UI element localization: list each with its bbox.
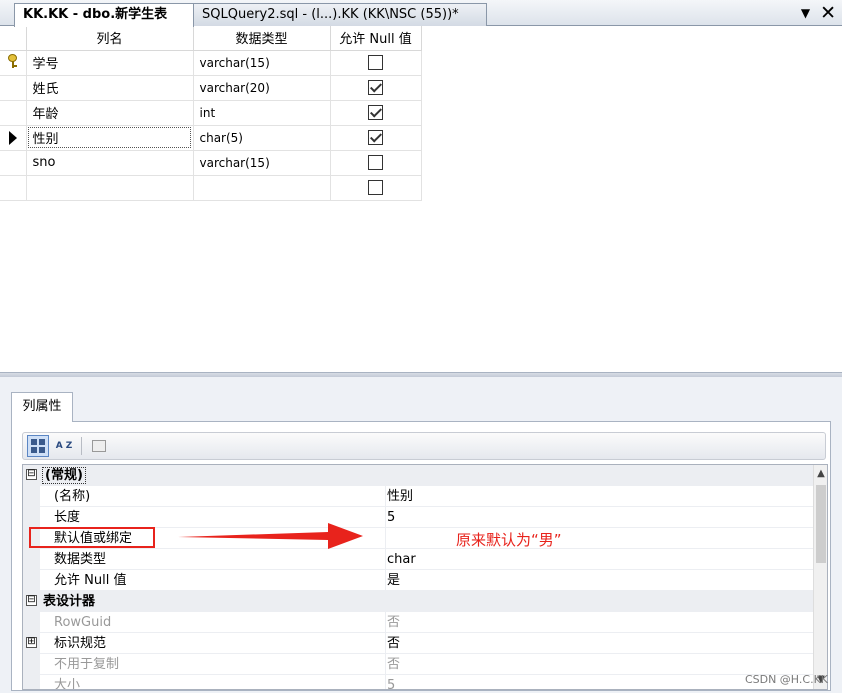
header-data-type[interactable]: 数据类型 <box>193 26 331 51</box>
property-name: 标识规范 <box>40 633 385 654</box>
allow-null-checkbox[interactable] <box>368 105 383 120</box>
row-selector[interactable] <box>0 175 27 201</box>
property-pages-icon <box>92 440 106 452</box>
property-name: 大小 <box>40 675 385 689</box>
allow-null-cell <box>330 75 422 101</box>
column-properties-body: A Z ⊟ (常规) (名称) 性别 长度 5 默认值或绑定 数据类型 char… <box>11 421 831 691</box>
allow-null-checkbox[interactable] <box>368 80 383 95</box>
property-row-name[interactable]: (名称) 性别 <box>23 486 815 507</box>
category-label: 表设计器 <box>23 591 815 612</box>
toolbar-separator <box>81 437 82 455</box>
sort-az-icon: A Z <box>55 440 73 451</box>
column-name-cell[interactable]: sno <box>26 150 194 176</box>
table-row-new[interactable] <box>0 175 422 201</box>
column-name-cell[interactable]: 学号 <box>26 50 194 76</box>
table-row[interactable]: 年龄 int <box>0 100 422 126</box>
allow-null-checkbox[interactable] <box>368 55 383 70</box>
property-value[interactable]: 否 <box>385 654 815 675</box>
property-row-allow-null[interactable]: 允许 Null 值 是 <box>23 570 815 591</box>
tab-table-designer[interactable]: KK.KK - dbo.新学生表 <box>14 3 194 27</box>
allow-null-cell <box>330 150 422 176</box>
property-category-general[interactable]: ⊟ (常规) <box>23 465 815 486</box>
table-row[interactable]: sno varchar(15) <box>0 150 422 176</box>
allow-null-checkbox[interactable] <box>368 155 383 170</box>
header-allow-null[interactable]: 允许 Null 值 <box>330 26 422 51</box>
annotation-text: 原来默认为“男” <box>456 531 562 549</box>
data-type-cell[interactable]: varchar(15) <box>193 50 331 76</box>
property-grid-scrollbar[interactable]: ▲ ▼ <box>813 465 827 689</box>
property-value[interactable]: 5 <box>385 507 815 528</box>
scroll-up-icon[interactable]: ▲ <box>814 465 827 483</box>
collapse-icon[interactable]: ⊟ <box>26 595 37 606</box>
data-type-cell[interactable]: char(5) <box>193 125 331 151</box>
alphabetical-button[interactable]: A Z <box>53 435 75 457</box>
property-row-identity-spec[interactable]: ⊞ 标识规范 否 <box>23 633 815 654</box>
property-row-length[interactable]: 长度 5 <box>23 507 815 528</box>
table-row[interactable]: 姓氏 varchar(20) <box>0 75 422 101</box>
tab-sql-query[interactable]: SQLQuery2.sql - (l...).KK (KK\NSC (55))* <box>193 3 487 26</box>
property-name: RowGuid <box>40 612 385 633</box>
properties-toolbar: A Z <box>22 432 826 460</box>
allow-null-cell <box>330 100 422 126</box>
property-value[interactable]: 否 <box>385 633 815 654</box>
row-selector[interactable] <box>0 100 27 126</box>
column-designer-grid: 列名 数据类型 允许 Null 值 学号 varchar(15) 姓氏 varc… <box>0 26 422 201</box>
row-selector[interactable] <box>0 150 27 176</box>
tab-controls: ▼ ✕ <box>801 2 836 24</box>
row-selector[interactable] <box>0 75 27 101</box>
table-row[interactable]: 学号 varchar(15) <box>0 50 422 76</box>
column-name-cell[interactable]: 年龄 <box>26 100 194 126</box>
collapse-icon[interactable]: ⊟ <box>26 469 37 480</box>
property-value[interactable]: 性别 <box>385 486 815 507</box>
property-row-not-for-replication[interactable]: 不用于复制 否 <box>23 654 815 675</box>
grid-header-row: 列名 数据类型 允许 Null 值 <box>0 26 422 51</box>
property-value[interactable] <box>385 528 815 549</box>
tab-dropdown-icon[interactable]: ▼ <box>801 6 810 20</box>
property-grid: ⊟ (常规) (名称) 性别 长度 5 默认值或绑定 数据类型 char 允许 … <box>22 464 828 690</box>
data-type-cell[interactable]: varchar(20) <box>193 75 331 101</box>
property-name: (名称) <box>40 486 385 507</box>
column-name-cell[interactable] <box>26 175 194 201</box>
row-selector-header <box>0 26 27 51</box>
allow-null-checkbox[interactable] <box>368 180 383 195</box>
allow-null-cell <box>330 50 422 76</box>
data-type-cell[interactable]: int <box>193 100 331 126</box>
allow-null-checkbox[interactable] <box>368 130 383 145</box>
column-name-cell[interactable]: 性别 <box>26 125 194 151</box>
close-icon[interactable]: ✕ <box>820 3 836 23</box>
tab-column-properties[interactable]: 列属性 <box>11 392 73 422</box>
expand-icon[interactable]: ⊞ <box>26 637 37 648</box>
categorized-icon <box>31 439 45 453</box>
allow-null-cell <box>330 175 422 201</box>
allow-null-cell <box>330 125 422 151</box>
property-name: 数据类型 <box>40 549 385 570</box>
primary-key-icon <box>7 53 19 69</box>
property-pages-button[interactable] <box>88 435 110 457</box>
current-row-arrow-icon <box>8 130 17 145</box>
property-row-data-type[interactable]: 数据类型 char <box>23 549 815 570</box>
property-row-size[interactable]: 大小 5 <box>23 675 815 689</box>
row-selector[interactable] <box>0 125 27 151</box>
property-category-table-designer[interactable]: ⊟ 表设计器 <box>23 591 815 612</box>
row-selector[interactable] <box>0 50 27 76</box>
column-name-cell[interactable]: 姓氏 <box>26 75 194 101</box>
property-name: 允许 Null 值 <box>40 570 385 591</box>
annotation-highlight-box <box>29 527 155 548</box>
header-column-name[interactable]: 列名 <box>26 26 194 51</box>
property-value[interactable]: 是 <box>385 570 815 591</box>
watermark: CSDN @H.C.KK <box>744 673 828 686</box>
property-value[interactable]: 否 <box>385 612 815 633</box>
annotation-arrow-icon <box>178 523 363 549</box>
property-row-rowguid[interactable]: RowGuid 否 <box>23 612 815 633</box>
table-row-current[interactable]: 性别 char(5) <box>0 125 422 151</box>
category-label: (常规) <box>23 465 815 486</box>
scroll-thumb[interactable] <box>816 485 826 563</box>
property-value[interactable]: char <box>385 549 815 570</box>
property-name: 不用于复制 <box>40 654 385 675</box>
categorized-button[interactable] <box>27 435 49 457</box>
document-tab-strip: KK.KK - dbo.新学生表 SQLQuery2.sql - (l...).… <box>0 0 842 27</box>
data-type-cell[interactable]: varchar(15) <box>193 150 331 176</box>
data-type-cell[interactable] <box>193 175 331 201</box>
